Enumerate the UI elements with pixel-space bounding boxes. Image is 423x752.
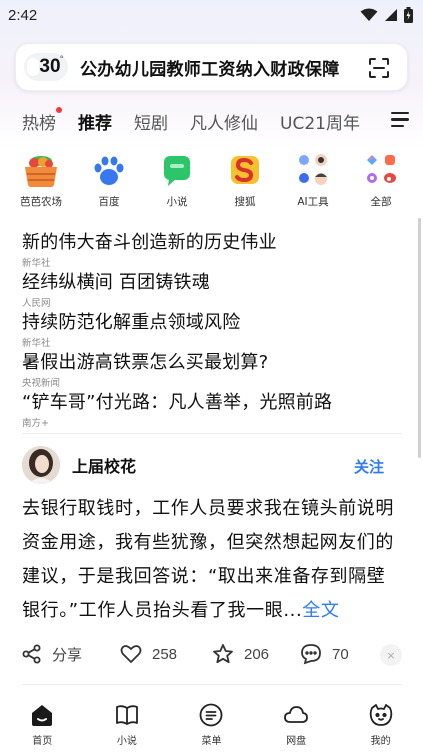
dismiss-icon[interactable]: × — [380, 644, 402, 666]
status-time: 2:42 — [8, 6, 38, 24]
avatar[interactable] — [22, 446, 60, 484]
farm-basket-icon — [25, 156, 57, 187]
tab-uc21[interactable]: UC21周年 — [280, 109, 360, 134]
headline-source: 央视新闻 — [22, 378, 61, 389]
headline-title[interactable]: 经纬纵横间 百团铸铁魂 — [22, 268, 402, 294]
nav-home[interactable]: 首页 — [7, 694, 77, 747]
nav-profile[interactable]: 我的 — [346, 694, 416, 747]
weather-widget[interactable]: 30 ° — [24, 53, 68, 81]
shortcut-label: 搜狐 — [234, 196, 256, 208]
status-bar: 2:42 — [0, 0, 423, 30]
headline-list: 新的伟大奋斗创造新的历史伟业 新华社 经纬纵横间 百团铸铁魂 人民网 持续防范化… — [22, 228, 402, 429]
shortcut-label: AI工具 — [297, 196, 329, 208]
shortcut-label: 小说 — [166, 196, 188, 208]
headline-title[interactable]: 暑假出游高铁票怎么买最划算? — [22, 348, 402, 374]
follow-button[interactable]: 关注 — [354, 456, 384, 477]
share-label: 分享 — [52, 646, 83, 664]
tab-menu-icon[interactable] — [391, 112, 409, 128]
shortcut-novel[interactable]: 小说 — [143, 150, 211, 216]
headline-title[interactable]: 新的伟大奋斗创造新的历史伟业 — [22, 228, 402, 254]
comment-icon — [301, 644, 321, 665]
weather-degree: ° — [59, 55, 65, 65]
like-button[interactable]: 258 — [120, 644, 212, 664]
shortcut-all[interactable]: 全部 — [347, 150, 415, 216]
heart-icon — [120, 645, 142, 664]
full-text-link[interactable]: 全文 — [302, 600, 339, 621]
weather-toggle-knob — [27, 58, 39, 76]
nav-label: 网盘 — [286, 736, 307, 747]
headline-source: 新华社 — [22, 258, 51, 269]
headline-source: 人民网 — [22, 298, 51, 309]
signal-icon — [385, 9, 397, 21]
shortcut-label: 全部 — [370, 196, 392, 208]
home-icon — [32, 705, 53, 726]
cloud-icon — [284, 706, 308, 723]
headline-item[interactable]: “铲车哥”付光路：凡人善举，光照前路 南方+ — [22, 388, 402, 429]
comment-count: 70 — [332, 645, 349, 663]
menu-icon — [200, 703, 223, 727]
post-action-bar: 分享 258 206 70 × — [22, 640, 402, 668]
book-icon — [115, 705, 138, 725]
battery-icon — [404, 7, 413, 23]
headline-title[interactable]: 持续防范化解重点领域风险 — [22, 308, 402, 334]
bottom-navigation: 首页 小说 菜单 网盘 我的 — [0, 694, 423, 752]
comment-button[interactable]: 70 — [300, 643, 349, 665]
search-hot-query[interactable]: 公办幼儿园教师工资纳入财政保障 — [80, 55, 340, 80]
tab-hot[interactable]: 热榜 — [22, 106, 62, 134]
headline-item[interactable]: 新的伟大奋斗创造新的历史伟业 新华社 — [22, 228, 402, 269]
headline-item[interactable]: 暑假出游高铁票怎么买最划算? 央视新闻 — [22, 348, 402, 389]
headline-item[interactable]: 经纬纵横间 百团铸铁魂 人民网 — [22, 268, 402, 309]
shortcut-sohu[interactable]: 搜狐 — [211, 150, 279, 216]
shortcut-grid: 芭芭农场 百度 小说 搜狐 AI工具 全部 — [0, 150, 423, 216]
nav-menu[interactable]: 菜单 — [176, 694, 246, 747]
wifi-icon — [360, 8, 378, 21]
shortcut-baidu[interactable]: 百度 — [75, 150, 143, 216]
baidu-paw-icon — [94, 156, 124, 185]
favorite-count: 206 — [244, 645, 270, 663]
shortcut-label: 百度 — [98, 196, 120, 208]
novel-chat-icon — [164, 156, 190, 186]
headline-title[interactable]: “铲车哥”付光路：凡人善举，光照前路 — [22, 388, 402, 414]
headline-source: 新华社 — [22, 338, 51, 349]
notification-dot — [56, 106, 62, 113]
tab-label: 热榜 — [22, 113, 56, 134]
section-divider — [22, 433, 402, 434]
search-bar[interactable]: 30 ° 公办幼儿园教师工资纳入财政保障 — [15, 43, 408, 91]
nav-label: 我的 — [370, 736, 391, 747]
nav-cloud-drive[interactable]: 网盘 — [261, 694, 331, 747]
scan-icon[interactable] — [367, 56, 391, 80]
favorite-button[interactable]: 206 — [212, 643, 300, 665]
shortcut-label: 芭芭农场 — [20, 196, 62, 208]
nav-label: 菜单 — [201, 736, 222, 747]
headline-source: 南方+ — [22, 418, 49, 429]
tab-recommend[interactable]: 推荐 — [78, 109, 112, 134]
post-content[interactable]: 去银行取钱时，工作人员要求我在镜头前说明资金用途，我有些犹豫，但突然想起网友们的… — [22, 492, 400, 628]
status-icons — [360, 7, 413, 23]
share-button[interactable]: 分享 — [22, 644, 120, 665]
post-divider — [22, 684, 402, 685]
all-apps-icon — [367, 155, 396, 183]
share-icon — [22, 644, 41, 664]
weather-temperature: 30 — [39, 56, 61, 77]
avatar-image — [22, 446, 60, 484]
scrollbar[interactable] — [418, 218, 421, 458]
nav-label: 首页 — [32, 736, 53, 747]
nav-novel[interactable]: 小说 — [92, 694, 162, 747]
tab-fanren-xiuxian[interactable]: 凡人修仙 — [190, 109, 258, 134]
ai-tools-icon — [299, 154, 327, 185]
author-name[interactable]: 上届校花 — [72, 453, 136, 477]
shortcut-babanongchang[interactable]: 芭芭农场 — [7, 150, 75, 216]
sohu-icon — [231, 156, 259, 184]
shortcut-ai-tools[interactable]: AI工具 — [279, 150, 347, 216]
headline-item[interactable]: 持续防范化解重点领域风险 新华社 — [22, 308, 402, 349]
star-icon — [213, 644, 233, 664]
nav-label: 小说 — [116, 736, 137, 747]
tab-short-drama[interactable]: 短剧 — [134, 109, 168, 134]
post-header: 上届校花 关注 — [22, 445, 402, 485]
profile-icon — [369, 704, 392, 726]
like-count: 258 — [152, 645, 178, 663]
channel-tabs: 热榜 推荐 短剧 凡人修仙 UC21周年 — [0, 104, 423, 138]
